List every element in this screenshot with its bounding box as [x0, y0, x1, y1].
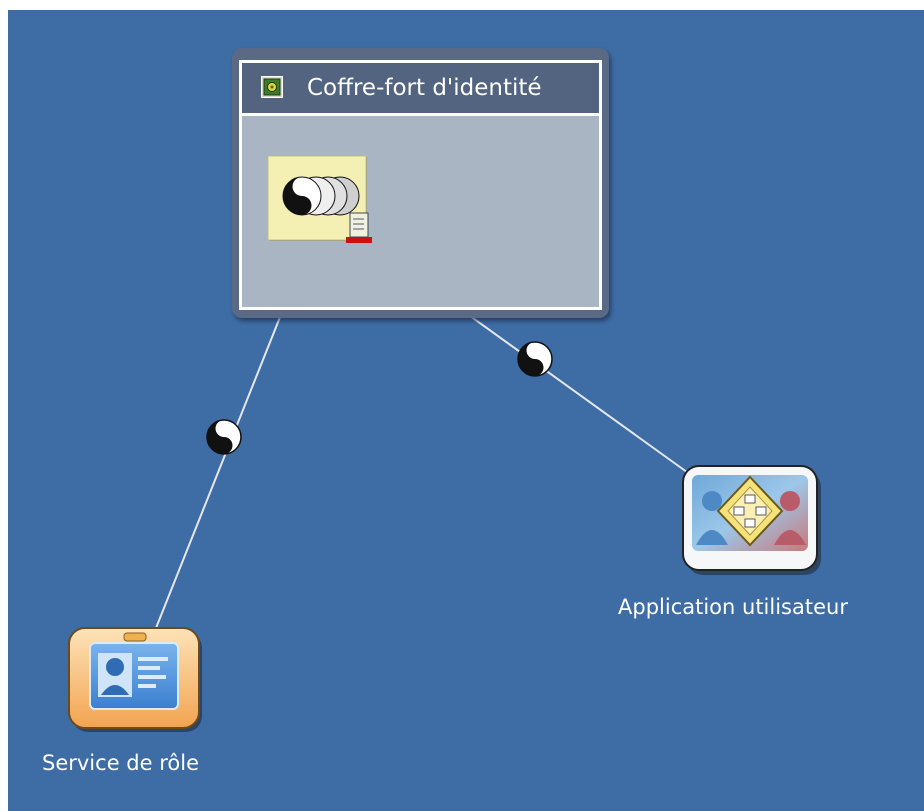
yin-yang-icon[interactable] [206, 419, 242, 455]
user-application-label: Application utilisateur [618, 595, 848, 619]
driver-set-icon[interactable] [268, 156, 374, 246]
vault-icon [261, 76, 283, 98]
identity-vault-title: Coffre-fort d'identité [307, 75, 542, 101]
role-service-label: Service de rôle [42, 751, 199, 775]
yin-yang-icon[interactable] [517, 341, 553, 377]
designer-canvas[interactable]: Coffre-fort d'identité Service de rôle A… [8, 10, 924, 811]
identity-vault-header[interactable]: Coffre-fort d'identité [242, 63, 599, 116]
user-application-icon[interactable] [682, 465, 822, 577]
id-badge-icon[interactable] [68, 627, 204, 733]
